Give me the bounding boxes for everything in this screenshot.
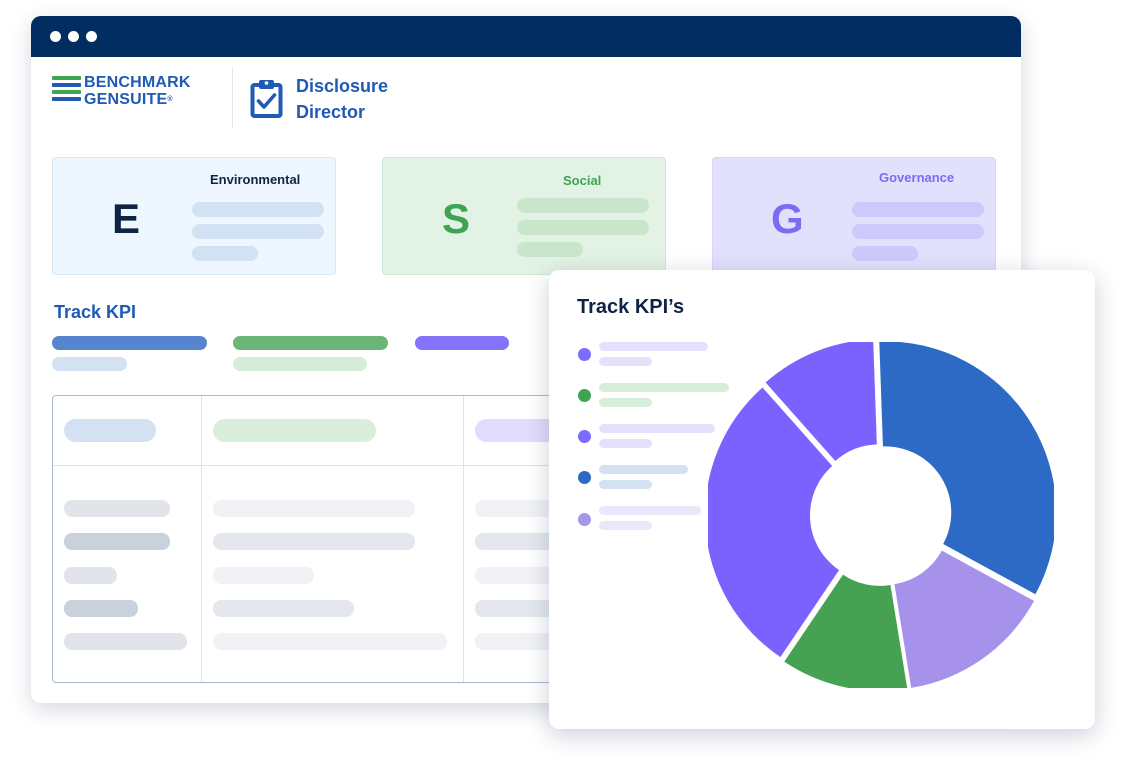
card-letter: E bbox=[112, 195, 141, 242]
legend-dot bbox=[578, 348, 591, 361]
placeholder-bar bbox=[192, 224, 324, 239]
card-letter: S bbox=[442, 195, 471, 242]
legend-bar bbox=[599, 357, 652, 366]
legend-bar bbox=[599, 398, 652, 407]
window-dot-1[interactable] bbox=[50, 31, 61, 42]
placeholder-bar bbox=[233, 357, 367, 371]
legend-bar bbox=[599, 480, 652, 489]
column-divider bbox=[201, 396, 202, 682]
table-row bbox=[64, 533, 170, 550]
legend-bar bbox=[599, 439, 652, 448]
legend-dot bbox=[578, 430, 591, 443]
placeholder-bar bbox=[852, 246, 918, 261]
table-cell bbox=[213, 600, 354, 617]
legend-bar bbox=[599, 342, 708, 351]
legend-bar bbox=[599, 506, 701, 515]
legend-bar bbox=[599, 465, 688, 474]
placeholder-bar bbox=[192, 246, 258, 261]
table-cell bbox=[213, 633, 447, 650]
card-label: Environmental bbox=[210, 172, 301, 187]
column-divider bbox=[463, 396, 464, 682]
card-label: Governance bbox=[879, 170, 955, 185]
donut-slice-1 bbox=[879, 342, 1054, 595]
window-dot-2[interactable] bbox=[68, 31, 79, 42]
header-divider bbox=[232, 68, 233, 128]
kpi-progress-bar bbox=[233, 336, 388, 350]
chart-card-title: Track KPI’s bbox=[577, 296, 685, 318]
legend-dot bbox=[578, 471, 591, 484]
kpi-donut-chart bbox=[708, 342, 1054, 688]
kpi-table bbox=[52, 395, 582, 683]
column-header[interactable] bbox=[64, 419, 156, 442]
window-titlebar bbox=[31, 16, 1021, 57]
product-title: Disclosure Director bbox=[296, 73, 388, 125]
legend-bar bbox=[599, 424, 715, 433]
table-cell bbox=[213, 500, 415, 517]
kpi-progress-bar bbox=[52, 336, 207, 350]
product-title-line-2: Director bbox=[296, 102, 366, 122]
table-row bbox=[64, 500, 170, 517]
brand-logo[interactable]: BENCHMARK GENSUITE® bbox=[84, 74, 191, 108]
card-environmental[interactable]: Environmental E bbox=[52, 157, 336, 275]
placeholder-bar bbox=[517, 220, 649, 235]
table-row bbox=[64, 633, 187, 650]
table-cell bbox=[213, 533, 415, 550]
card-governance[interactable]: Governance G bbox=[712, 157, 996, 275]
placeholder-bar bbox=[192, 202, 324, 217]
track-kpi-chart-card: Track KPI’s bbox=[549, 270, 1095, 729]
clipboard-check-icon bbox=[250, 78, 283, 123]
legend-dot bbox=[578, 513, 591, 526]
brand-line-1: BENCHMARK bbox=[84, 74, 191, 91]
kpi-progress-bar bbox=[415, 336, 509, 350]
table-row bbox=[64, 567, 117, 584]
brand-line-2: GENSUITE bbox=[84, 91, 168, 108]
placeholder-bar bbox=[517, 198, 649, 213]
card-social[interactable]: Social S bbox=[382, 157, 666, 275]
section-title-track-kpi: Track KPI bbox=[54, 302, 137, 322]
table-row bbox=[64, 600, 138, 617]
placeholder-bar bbox=[52, 357, 127, 371]
product-title-line-1: Disclosure bbox=[296, 76, 389, 96]
placeholder-bar bbox=[852, 224, 984, 239]
header-divider bbox=[53, 465, 581, 466]
table-cell bbox=[213, 567, 314, 584]
placeholder-bar bbox=[517, 242, 583, 257]
registered-mark: ® bbox=[167, 96, 173, 103]
window-dot-3[interactable] bbox=[86, 31, 97, 42]
card-label: Social bbox=[563, 173, 602, 188]
legend-bar bbox=[599, 521, 652, 530]
legend-dot bbox=[578, 389, 591, 402]
column-header[interactable] bbox=[213, 419, 376, 442]
placeholder-bar bbox=[852, 202, 984, 217]
card-letter: G bbox=[771, 195, 804, 242]
